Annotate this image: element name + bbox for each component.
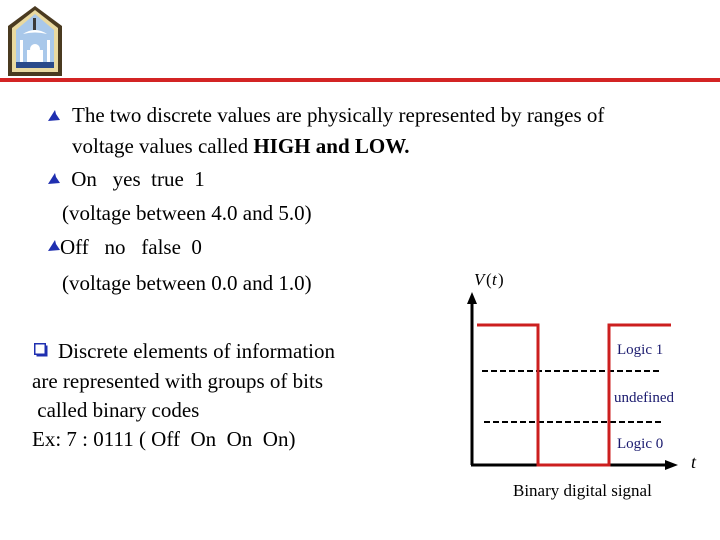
y-axis-label-paren-close: ) <box>498 270 504 289</box>
x-axis-arrowhead-icon <box>665 460 678 470</box>
binary-signal-diagram: V ( t ) t Logic 1 undefined Logic 0 Bina… <box>467 270 697 500</box>
y-axis-arrowhead-icon <box>467 292 477 304</box>
region-label-undefined: undefined <box>614 390 674 406</box>
region-label-logic0: Logic 0 <box>617 436 663 452</box>
x-axis-label: t <box>691 452 697 472</box>
diagram-caption: Binary digital signal <box>513 481 652 500</box>
region-label-logic1: Logic 1 <box>617 342 663 358</box>
